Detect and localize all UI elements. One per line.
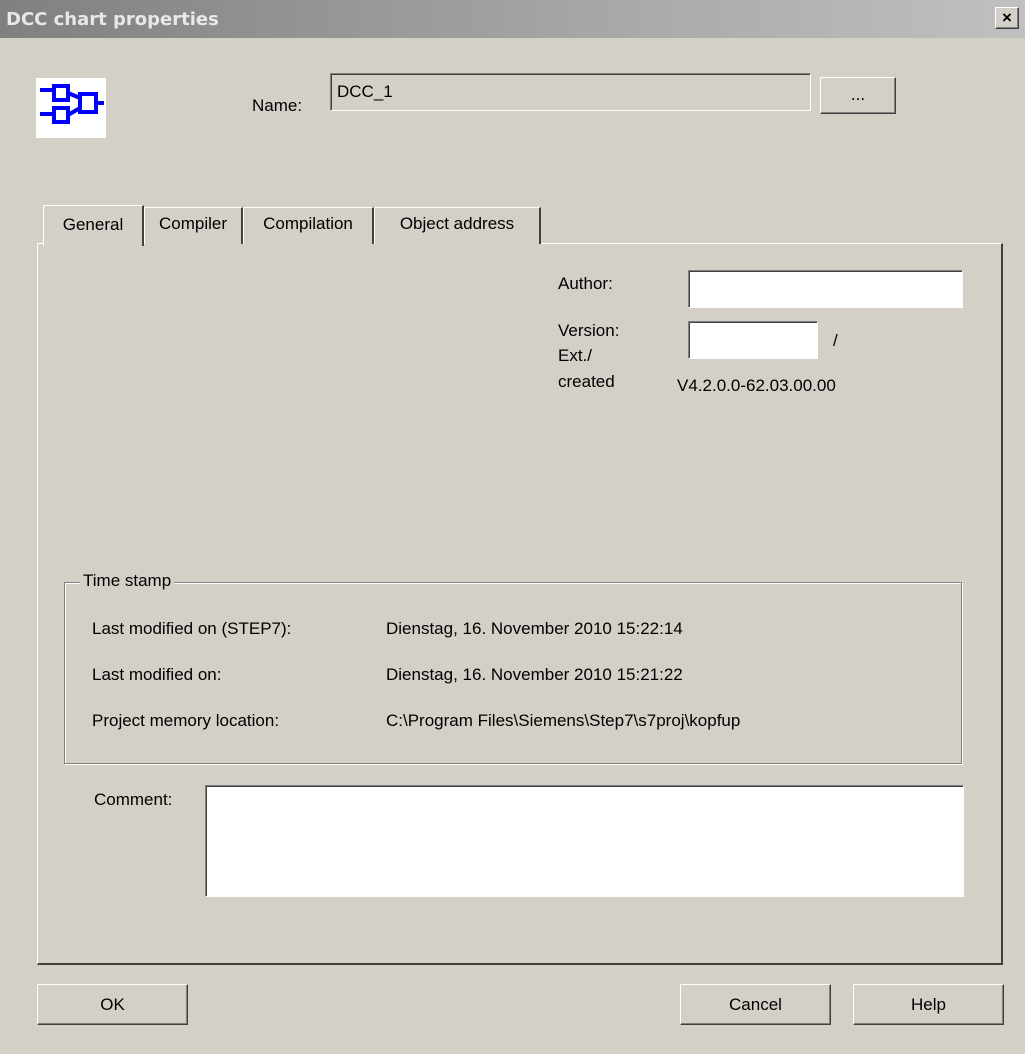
version-input[interactable] — [688, 321, 818, 359]
tab-compilation[interactable]: Compilation — [243, 207, 374, 244]
timestamp-group-title: Time stamp — [80, 571, 175, 591]
version-separator: / — [833, 331, 838, 350]
tab-compiler[interactable]: Compiler — [144, 207, 243, 244]
help-button[interactable]: Help — [853, 984, 1004, 1025]
ts-step7-label: Last modified on (STEP7): — [92, 619, 292, 638]
ok-button[interactable]: OK — [37, 984, 188, 1025]
name-value: DCC_1 — [337, 82, 393, 101]
author-label: Author: — [558, 274, 613, 293]
name-label: Name: — [252, 96, 303, 115]
name-field[interactable]: DCC_1 — [330, 73, 811, 111]
version-label: Version: — [558, 321, 620, 340]
ts-location-label: Project memory location: — [92, 711, 280, 730]
author-input[interactable] — [688, 270, 963, 308]
ts-location-value: C:\Program Files\Siemens\Step7\s7proj\ko… — [386, 711, 741, 730]
ts-modified-label: Last modified on: — [92, 665, 222, 684]
browse-button[interactable]: ... — [820, 77, 896, 114]
ts-step7-value: Dienstag, 16. November 2010 15:22:14 — [386, 619, 683, 638]
tab-object-address[interactable]: Object address — [374, 207, 541, 244]
window-title: DCC chart properties — [6, 9, 219, 30]
ext-label: Ext./ — [558, 346, 593, 365]
close-button[interactable]: × — [995, 7, 1019, 29]
dcc-chart-icon — [36, 78, 106, 138]
comment-textarea[interactable] — [205, 785, 964, 897]
created-label: created — [558, 372, 615, 391]
tab-general[interactable]: General — [43, 205, 144, 246]
comment-label: Comment: — [94, 790, 173, 809]
created-value: V4.2.0.0-62.03.00.00 — [677, 376, 836, 395]
cancel-button[interactable]: Cancel — [680, 984, 831, 1025]
ts-modified-value: Dienstag, 16. November 2010 15:21:22 — [386, 665, 683, 684]
title-bar: DCC chart properties × — [0, 0, 1025, 38]
